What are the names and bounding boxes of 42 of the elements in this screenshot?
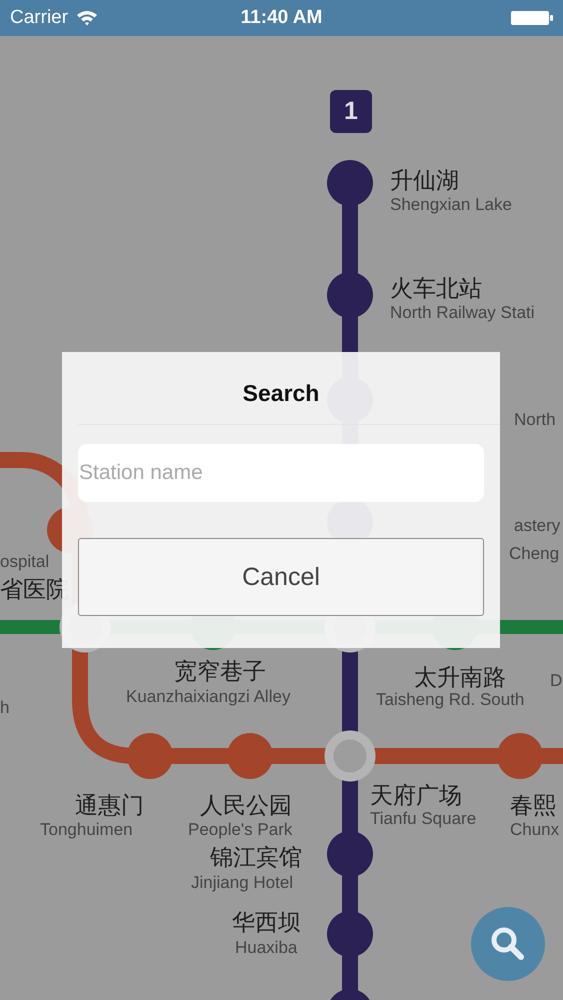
station-label: astery xyxy=(514,517,560,536)
station-label: 华西坝 xyxy=(232,910,301,936)
station-marker[interactable] xyxy=(327,831,373,877)
station-label: 通惠门 xyxy=(75,793,144,818)
station-label: 春熙 xyxy=(510,793,556,818)
station-label: 宽窄巷子 xyxy=(174,659,266,684)
cancel-button[interactable]: Cancel xyxy=(78,538,484,616)
station-label: 锦江宾馆 xyxy=(210,845,302,870)
station-marker[interactable] xyxy=(327,272,373,318)
station-marker[interactable] xyxy=(127,733,173,779)
station-label: 升仙湖 xyxy=(390,168,459,194)
station-label: Taisheng Rd. South xyxy=(376,691,524,710)
wifi-icon xyxy=(76,10,98,26)
station-label: 火车北站 xyxy=(390,276,482,302)
station-marker[interactable] xyxy=(227,733,273,779)
battery-icon xyxy=(511,10,553,26)
station-marker[interactable] xyxy=(327,160,373,206)
station-label: Huaxiba xyxy=(235,939,298,958)
station-label: ospital xyxy=(0,553,50,572)
station-label: 人民公园 xyxy=(200,793,292,818)
dialog-title: Search xyxy=(242,380,320,407)
line-badge: 1 xyxy=(330,90,372,133)
clock-time: 11:40 AM xyxy=(240,7,322,29)
station-label: Tianfu Square xyxy=(370,810,476,829)
station-label: Tonghuimen xyxy=(40,821,133,840)
station-label: North xyxy=(514,411,556,430)
station-marker[interactable] xyxy=(327,911,373,957)
station-label: Chunx xyxy=(510,821,560,840)
station-label: North Railway Stati xyxy=(390,304,535,323)
station-label: D xyxy=(550,672,562,691)
station-label: People's Park xyxy=(188,821,292,840)
station-marker[interactable] xyxy=(497,733,543,779)
station-label: Cheng xyxy=(509,545,560,564)
interchange-marker[interactable] xyxy=(324,730,376,782)
station-label: Shengxian Lake xyxy=(390,196,512,215)
carrier-name: Carrier xyxy=(10,7,68,29)
station-label: 太升南路 xyxy=(414,665,506,690)
station-label: Kuanzhaixiangzi Alley xyxy=(126,688,290,707)
station-label: Jinjiang Hotel xyxy=(191,874,294,893)
station-label: 天府广场 xyxy=(370,783,462,808)
station-label: h xyxy=(0,699,10,718)
station-search-field[interactable]: Station name xyxy=(78,444,484,502)
